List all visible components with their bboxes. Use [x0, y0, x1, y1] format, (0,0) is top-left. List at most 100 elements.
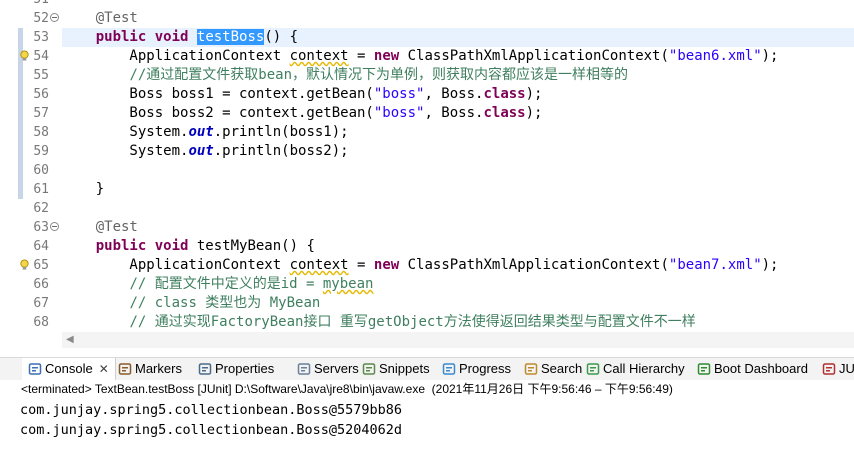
code-text: ApplicationContext context = new ClassPa…: [62, 256, 778, 275]
code-line[interactable]: 65 ApplicationContext context = new Clas…: [0, 256, 854, 275]
code-line[interactable]: 53 public void testBoss() {: [0, 28, 854, 47]
line-number: 57: [33, 106, 49, 121]
code-token: );: [761, 257, 779, 273]
code-token: @Test: [95, 219, 138, 235]
tab-console[interactable]: Console ✕: [22, 358, 116, 380]
code-token: "boss": [373, 105, 425, 121]
code-token: new: [373, 48, 400, 64]
code-token: System.: [62, 143, 189, 159]
line-number: 66: [33, 277, 49, 292]
code-token: .println(boss2);: [213, 143, 349, 159]
tab-call-hierarchy[interactable]: Call Hierarchy: [586, 358, 685, 380]
code-text: System.out.println(boss1);: [62, 123, 349, 142]
code-text: @Test: [62, 218, 138, 237]
tab-label: Snippets: [379, 361, 430, 376]
code-token: void: [154, 29, 189, 45]
code-text: }: [62, 180, 104, 199]
tab-boot-dashboard[interactable]: Boot Dashboard: [697, 358, 808, 380]
code-line[interactable]: 66 // 配置文件中定义的是id = mybean: [0, 275, 854, 294]
tab-label: Markers: [135, 361, 182, 376]
code-line[interactable]: 59 System.out.println(boss2);: [0, 142, 854, 161]
console-output-line: com.junjay.spring5.collectionbean.Boss@5…: [20, 402, 403, 418]
fold-toggle-icon[interactable]: [50, 13, 59, 22]
code-token: // 通过实现FactoryBean接口 重写getObject方法使得返回结果…: [129, 314, 696, 330]
code-line[interactable]: 64 public void testMyBean() {: [0, 237, 854, 256]
tab-label: Console: [45, 361, 93, 376]
code-token: class: [483, 105, 526, 121]
tab-label: Progress: [459, 361, 512, 376]
line-number: 60: [33, 163, 49, 178]
code-token: new: [373, 257, 400, 273]
code-token: public: [95, 29, 147, 45]
code-line[interactable]: 55 //通过配置文件获取bean，默认情况下为单例，则获取内容都应该是一样相等…: [0, 66, 854, 85]
line-number: 54: [33, 49, 49, 64]
code-token: class: [483, 86, 526, 102]
tab-properties[interactable]: Properties: [198, 358, 274, 380]
code-line[interactable]: 51: [0, 0, 854, 9]
code-line[interactable]: 52 @Test: [0, 9, 854, 28]
code-token: // class 类型也为 MyBean: [129, 295, 321, 311]
tab-label: Call Hierarchy: [603, 361, 685, 376]
tab-search[interactable]: Search: [524, 358, 582, 380]
tab-ju[interactable]: JU: [822, 358, 854, 380]
close-icon[interactable]: ✕: [99, 362, 109, 376]
code-token: }: [62, 181, 105, 197]
code-token: @Test: [95, 10, 138, 26]
code-token: ApplicationContext: [62, 257, 290, 273]
line-number: 52: [33, 11, 49, 26]
code-token: System.: [62, 124, 189, 140]
code-token: "boss": [373, 86, 425, 102]
fold-toggle-icon[interactable]: [50, 222, 59, 231]
code-token: =: [348, 257, 374, 273]
code-token: .println(boss1);: [213, 124, 349, 140]
code-line[interactable]: 54 ApplicationContext context = new Clas…: [0, 47, 854, 66]
line-number: 62: [33, 201, 49, 216]
console-icon: [28, 361, 42, 375]
line-number: 68: [33, 315, 49, 330]
code-token: testBoss: [196, 29, 265, 45]
code-text: // 配置文件中定义的是id = mybean: [62, 275, 373, 294]
snippets-icon: [362, 361, 376, 375]
console-status-line: <terminated> TextBean.testBoss [JUnit] D…: [0, 380, 854, 398]
code-token: void: [154, 238, 189, 254]
console-output[interactable]: com.junjay.spring5.collectionbean.Boss@5…: [0, 398, 854, 454]
line-number: 56: [33, 87, 49, 102]
code-token: ClassPathXmlApplicationContext(: [399, 48, 669, 64]
code-token: out: [188, 143, 214, 159]
boot-dashboard-icon: [697, 361, 711, 375]
code-token: Boss boss1 = context.getBean(: [62, 86, 374, 102]
code-line[interactable]: 58 System.out.println(boss1);: [0, 123, 854, 142]
tab-snippets[interactable]: Snippets: [362, 358, 430, 380]
tab-progress[interactable]: Progress: [442, 358, 511, 380]
line-number: 63: [33, 220, 49, 235]
scroll-left-arrow-icon[interactable]: ◀: [66, 334, 74, 345]
horizontal-scrollbar[interactable]: ◀: [62, 332, 854, 348]
code-token: );: [525, 86, 543, 102]
code-text: Boss boss2 = context.getBean("boss", Bos…: [62, 104, 542, 123]
properties-icon: [198, 361, 212, 375]
search-icon: [524, 361, 538, 375]
code-editor[interactable]: 5152 @Test53 public void testBoss() {54 …: [0, 0, 854, 350]
code-line[interactable]: 67 // class 类型也为 MyBean: [0, 294, 854, 313]
junit-icon: [822, 361, 836, 375]
code-line[interactable]: 61 }: [0, 180, 854, 199]
tab-servers[interactable]: Servers: [297, 358, 359, 380]
code-line[interactable]: 57 Boss boss2 = context.getBean("boss", …: [0, 104, 854, 123]
code-line[interactable]: 56 Boss boss1 = context.getBean("boss", …: [0, 85, 854, 104]
code-line[interactable]: 62: [0, 199, 854, 218]
code-line[interactable]: 68 // 通过实现FactoryBean接口 重写getObject方法使得返…: [0, 313, 854, 332]
code-line[interactable]: 60: [0, 161, 854, 180]
code-text: // 通过实现FactoryBean接口 重写getObject方法使得返回结果…: [62, 313, 696, 332]
code-text: //通过配置文件获取bean，默认情况下为单例，则获取内容都应该是一样相等的: [62, 66, 628, 85]
code-line[interactable]: 63 @Test: [0, 218, 854, 237]
tab-markers[interactable]: Markers: [118, 358, 182, 380]
line-number: 51: [23, 0, 49, 8]
line-number: 67: [33, 296, 49, 311]
